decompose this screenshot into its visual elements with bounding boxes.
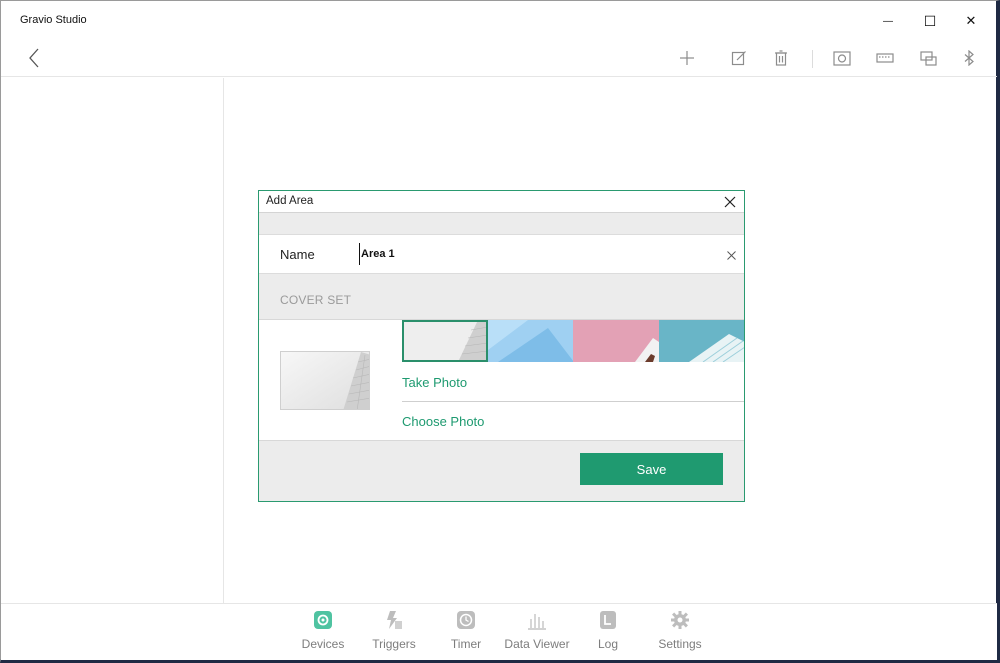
name-row: Name <box>259 234 744 274</box>
settings-icon <box>670 610 690 630</box>
nav-label: Settings <box>658 637 702 651</box>
title-bar: Gravio Studio — ☐ ✕ <box>1 1 997 41</box>
back-icon <box>29 48 39 68</box>
dialog-spacer <box>259 213 744 234</box>
add-icon <box>680 51 694 65</box>
cover-preview-image <box>280 351 370 410</box>
device-button[interactable] <box>917 46 941 70</box>
nav-label: Devices <box>301 637 345 651</box>
delete-icon <box>775 50 787 66</box>
cover-set-body: Take Photo Choose Photo <box>259 319 744 441</box>
nav-log[interactable]: Log <box>573 610 643 651</box>
delete-button[interactable] <box>769 46 793 70</box>
maximize-button[interactable]: ☐ <box>915 9 945 33</box>
nav-triggers[interactable]: Triggers <box>359 610 429 651</box>
cover-set-header: COVER SET <box>259 274 744 319</box>
triggers-icon <box>384 610 404 630</box>
cover-thumbnail[interactable] <box>573 320 659 362</box>
camera-button[interactable] <box>830 46 854 70</box>
log-icon <box>598 610 618 630</box>
minimize-icon: — <box>883 15 893 27</box>
nav-timer[interactable]: Timer <box>431 610 501 651</box>
bottom-nav: Devices Triggers Timer Data Viewer Log S… <box>1 603 997 660</box>
nav-label: Log <box>597 637 619 651</box>
add-button[interactable] <box>675 46 699 70</box>
name-input[interactable] <box>359 243 719 265</box>
take-photo-link[interactable]: Take Photo <box>402 375 467 390</box>
cover-thumbnail[interactable] <box>487 320 573 362</box>
nav-devices[interactable]: Devices <box>288 610 358 651</box>
save-button[interactable]: Save <box>580 453 723 485</box>
close-window-button[interactable]: ✕ <box>956 9 986 33</box>
minimize-button[interactable]: — <box>873 9 903 33</box>
close-icon <box>724 196 736 208</box>
photo-options-divider <box>402 401 744 402</box>
close-icon: ✕ <box>965 13 977 28</box>
cover-thumbnails <box>402 320 744 362</box>
dialog-titlebar: Add Area <box>259 191 744 213</box>
data-viewer-icon <box>527 610 547 630</box>
cover-thumbnail[interactable] <box>658 320 744 362</box>
app-window: Gravio Studio — ☐ ✕ Add Area Name Area 1… <box>0 0 1000 663</box>
device-icon <box>920 51 937 66</box>
keyboard-icon <box>876 53 894 63</box>
nav-data-viewer[interactable]: Data Viewer <box>502 610 572 651</box>
bluetooth-button[interactable] <box>957 46 981 70</box>
dialog-close-button[interactable] <box>720 192 740 212</box>
timer-icon <box>456 610 476 630</box>
area-list-pane <box>1 78 224 603</box>
dialog-title: Add Area <box>266 195 314 207</box>
nav-label: Data Viewer <box>504 637 570 651</box>
nav-label: Triggers <box>372 637 416 651</box>
maximize-icon: ☐ <box>923 12 937 29</box>
toolbar <box>1 41 997 77</box>
cover-thumbnail[interactable] <box>402 320 488 362</box>
add-area-dialog: Add Area Name COVER SET <box>258 190 745 502</box>
cover-set-label: COVER SET <box>280 293 352 307</box>
nav-settings[interactable]: Settings <box>645 610 715 651</box>
devices-icon <box>313 610 333 630</box>
edit-button[interactable] <box>727 46 751 70</box>
clear-icon <box>726 250 736 260</box>
bluetooth-icon <box>964 50 974 66</box>
choose-photo-link[interactable]: Choose Photo <box>402 414 484 429</box>
app-title: Gravio Studio <box>20 14 87 26</box>
toolbar-divider <box>812 50 813 68</box>
clear-name-button[interactable] <box>723 247 739 263</box>
edit-icon <box>731 51 746 66</box>
keyboard-button[interactable] <box>873 46 897 70</box>
back-button[interactable] <box>23 45 45 71</box>
camera-icon <box>833 51 851 66</box>
nav-label: Timer <box>450 637 482 651</box>
name-label: Name <box>280 247 315 262</box>
